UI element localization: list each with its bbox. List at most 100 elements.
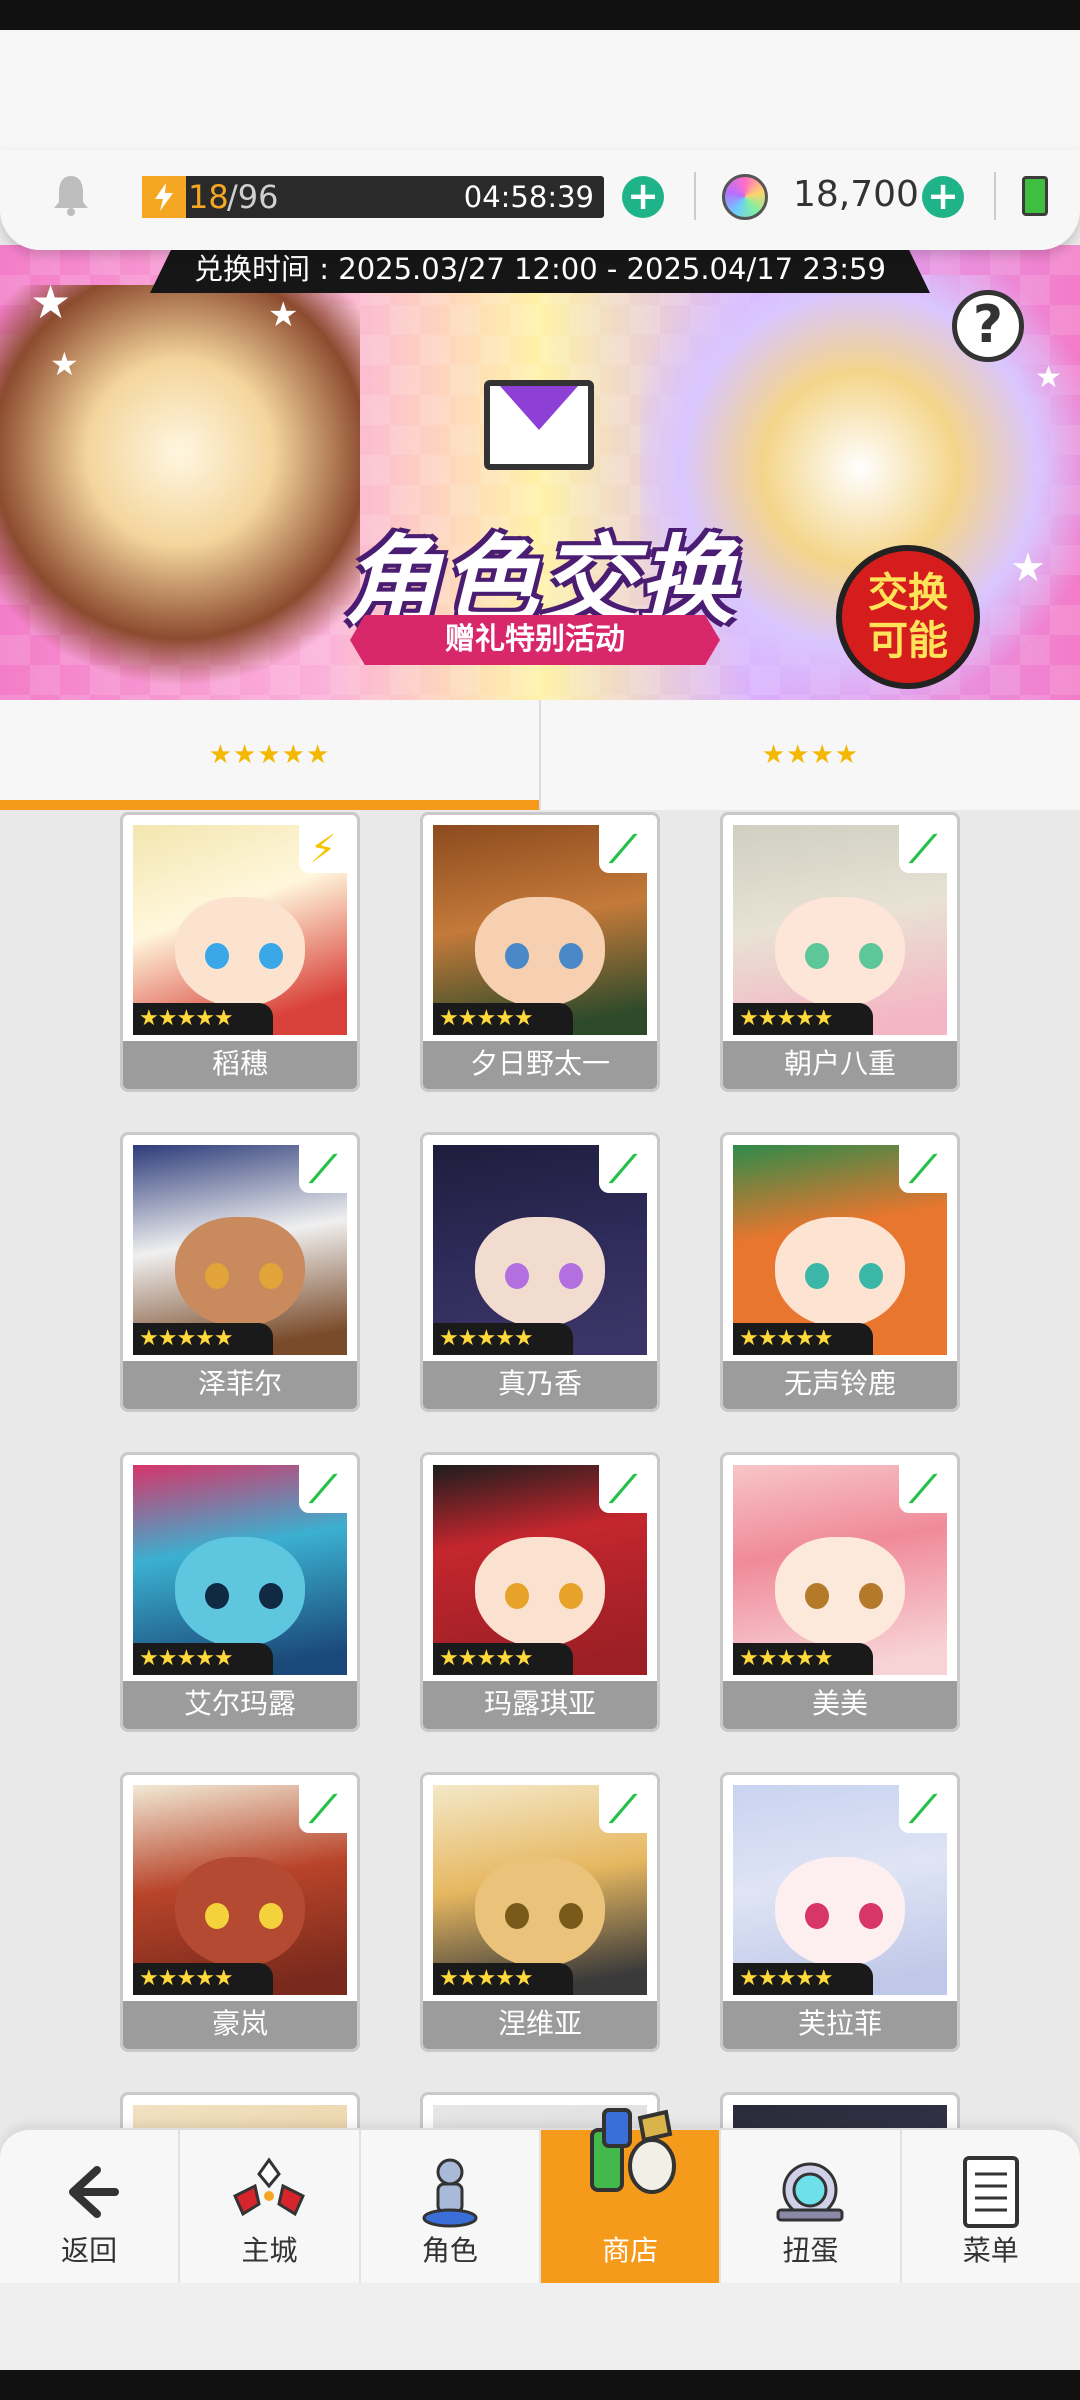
- character-name: 真乃香: [423, 1361, 657, 1409]
- help-button[interactable]: ?: [952, 290, 1024, 362]
- event-banner[interactable]: ★ ★ ★ ★ ★ 兑换时间 : 2025.03/27 12:00 - 2025…: [0, 245, 1080, 700]
- nav-gacha[interactable]: 扭蛋: [719, 2130, 899, 2283]
- leaf-icon: ⟋: [299, 1785, 347, 1833]
- tab-4-star[interactable]: ★★★★: [539, 700, 1080, 810]
- character-card[interactable]: ★★★★★ ⟋ 朝户八重: [720, 812, 960, 1092]
- portrait-eye: [259, 943, 283, 969]
- rarity-stars: ★★★★★: [433, 1963, 573, 1995]
- rarity-stars: ★★★★★: [733, 1643, 873, 1675]
- bell-icon[interactable]: [48, 172, 94, 218]
- rarity-stars: ★★★★★: [133, 1003, 273, 1035]
- portrait-eye: [859, 1903, 883, 1929]
- portrait-eye: [259, 1583, 283, 1609]
- nav-characters[interactable]: 角色: [358, 2130, 539, 2283]
- character-card[interactable]: [120, 2092, 360, 2132]
- character-card[interactable]: [720, 2092, 960, 2132]
- portrait-eye: [559, 943, 583, 969]
- portrait-face: [175, 1217, 305, 1327]
- character-card[interactable]: ★★★★★ ⟋ 豪岚: [120, 1772, 360, 2052]
- divider: [994, 172, 996, 220]
- divider: [694, 172, 696, 220]
- portrait-eye: [505, 1263, 529, 1289]
- leaf-icon: ⟋: [599, 1145, 647, 1193]
- top-spacer: [0, 30, 1080, 150]
- portrait-eye: [259, 1903, 283, 1929]
- character-card[interactable]: ★★★★★ ⟋ 真乃香: [420, 1132, 660, 1412]
- rarity-stars: ★★★★★: [733, 1963, 873, 1995]
- character-portrait: ★★★★★ ⟋: [733, 1145, 947, 1355]
- character-card[interactable]: ★★★★★ ⟋ 美美: [720, 1452, 960, 1732]
- character-card[interactable]: ★★★★★ ⟋ 芙拉菲: [720, 1772, 960, 2052]
- nav-main-city[interactable]: 主城: [178, 2130, 358, 2283]
- character-card[interactable]: ★★★★★ ⟋ 泽菲尔: [120, 1132, 360, 1412]
- character-portrait: ★★★★★ ⟋: [733, 825, 947, 1035]
- nav-menu[interactable]: 菜单: [899, 2130, 1080, 2283]
- character-name: 朝户八重: [723, 1041, 957, 1089]
- exchange-period: 兑换时间 : 2025.03/27 12:00 - 2025.04/17 23:…: [150, 245, 930, 293]
- portrait-face: [775, 1217, 905, 1327]
- character-card[interactable]: ★★★★★ ⟋ 玛露琪亚: [420, 1452, 660, 1732]
- character-name: 涅维亚: [423, 2001, 657, 2049]
- rarity-stars: ★★★★★: [133, 1643, 273, 1675]
- rarity-stars: ★★★★★: [133, 1963, 273, 1995]
- character-card[interactable]: ★★★★★ ⟋ 艾尔玛露: [120, 1452, 360, 1732]
- portrait-eye: [205, 1583, 229, 1609]
- menu-icon: [962, 2156, 1019, 2228]
- portrait-eye: [559, 1583, 583, 1609]
- lightning-icon: [146, 180, 182, 214]
- rarity-stars: ★★★★★: [433, 1323, 573, 1355]
- character-portrait: ★★★★★ ⟋: [733, 1785, 947, 1995]
- back-arrow-icon: [69, 2166, 120, 2218]
- portrait-face: [775, 1857, 905, 1967]
- portrait-face: [175, 897, 305, 1007]
- nav-label: 返回: [61, 2234, 118, 2267]
- tab-label: ★★★★★: [208, 740, 331, 770]
- portrait-face: [475, 1217, 605, 1327]
- add-gems-button[interactable]: +: [922, 176, 964, 218]
- star-decoration-icon: ★: [50, 345, 79, 383]
- portrait-face: [775, 1537, 905, 1647]
- resource-bar: 18 96 04:58:39 + 18,700 +: [0, 150, 1080, 250]
- character-name: 泽菲尔: [123, 1361, 357, 1409]
- nav-label: 商店: [602, 2234, 659, 2267]
- leaf-icon: ⟋: [899, 1785, 947, 1833]
- nav-shop[interactable]: 商店: [538, 2108, 720, 2283]
- character-name: 无声铃鹿: [723, 1361, 957, 1409]
- character-name: 夕日野太一: [423, 1041, 657, 1089]
- leaf-icon: ⟋: [899, 825, 947, 873]
- envelope-icon: [484, 380, 594, 470]
- portrait-eye: [805, 1903, 829, 1929]
- portrait-face: [175, 1857, 305, 1967]
- portrait-eye: [805, 1263, 829, 1289]
- nav-back[interactable]: 返回: [0, 2130, 178, 2283]
- battery-icon: [1022, 176, 1048, 216]
- nav-label: 角色: [421, 2234, 478, 2267]
- tab-label: ★★★★: [761, 740, 860, 770]
- portrait-face: [475, 1537, 605, 1647]
- nav-label: 扭蛋: [782, 2234, 839, 2267]
- character-card[interactable]: ★★★★★ ⟋ 无声铃鹿: [720, 1132, 960, 1412]
- character-portrait: ★★★★★ ⟋: [433, 1785, 647, 1995]
- status-bar: [0, 0, 1080, 30]
- stamina-current: 18: [188, 178, 229, 216]
- leaf-icon: ⟋: [899, 1145, 947, 1193]
- character-portrait: ★★★★★ ⟋: [133, 1785, 347, 1995]
- portrait-face: [775, 897, 905, 1007]
- character-card[interactable]: ★★★★★ ⟋ 涅维亚: [420, 1772, 660, 2052]
- character-name: 美美: [723, 1681, 957, 1729]
- portrait-eye: [559, 1263, 583, 1289]
- stamina-timer: 04:58:39: [463, 180, 594, 214]
- portrait-eye: [859, 1263, 883, 1289]
- add-stamina-button[interactable]: +: [622, 176, 664, 218]
- rarity-stars: ★★★★★: [733, 1323, 873, 1355]
- portrait-eye: [859, 1583, 883, 1609]
- character-portrait: ★★★★★ ⟋: [133, 1465, 347, 1675]
- castle-icon: [233, 2157, 306, 2217]
- character-card[interactable]: ★★★★★ ⟋ 夕日野太一: [420, 812, 660, 1092]
- character-name: 芙拉菲: [723, 2001, 957, 2049]
- leaf-icon: ⟋: [299, 1145, 347, 1193]
- rarity-stars: ★★★★★: [433, 1643, 573, 1675]
- nav-label: 主城: [241, 2234, 298, 2267]
- tab-5-star[interactable]: ★★★★★: [0, 700, 539, 810]
- character-card[interactable]: ★★★★★ ⚡ 稻穗: [120, 812, 360, 1092]
